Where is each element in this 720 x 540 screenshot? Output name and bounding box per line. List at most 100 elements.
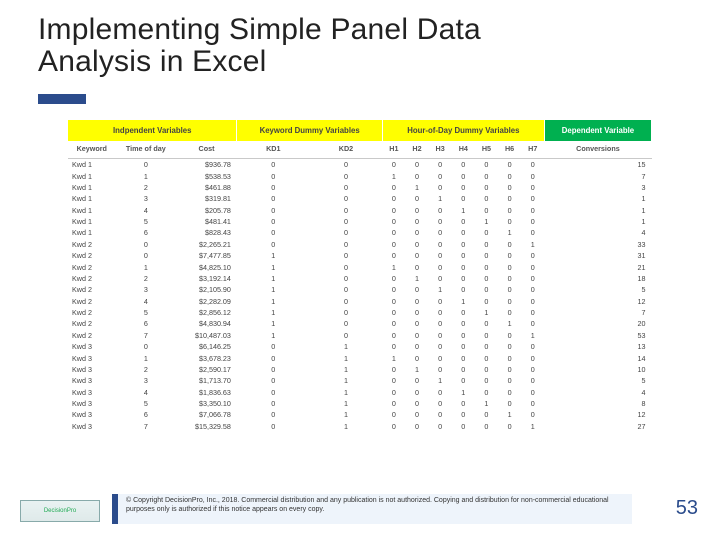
cell-value: 0 [498,273,521,284]
cell-value: 1 [237,307,310,318]
cell-value: 0 [116,159,177,171]
cell-value: 1 [452,205,475,216]
table-row: Kwd 31$3,678.2301100000014 [68,352,652,363]
cell-value: 1 [382,261,405,272]
cell-keyword: Kwd 1 [68,182,116,193]
cell-value: 0 [237,216,310,227]
cell-value: 0 [452,284,475,295]
cell-value: 0 [429,352,452,363]
cell-value: 0 [382,205,405,216]
cell-value: 1 [405,364,428,375]
table-row: Kwd 24$2,282.0910000100012 [68,296,652,307]
cell-value: 0 [475,387,498,398]
cell-cost: $1,713.70 [176,375,237,386]
cell-value: 0 [498,375,521,386]
table-row: Kwd 33$1,713.700100100005 [68,375,652,386]
cell-value: 0 [310,296,383,307]
cell-conversions: 8 [544,398,651,409]
cell-value: 0 [310,261,383,272]
cell-value: 0 [405,307,428,318]
cell-cost: $7,477.85 [176,250,237,261]
cell-value: 0 [429,296,452,307]
cell-value: 0 [452,193,475,204]
cell-cost: $828.43 [176,227,237,238]
cell-conversions: 3 [544,182,651,193]
cell-value: 6 [116,227,177,238]
cell-value: 0 [405,205,428,216]
cell-value: 0 [405,318,428,329]
header-cols-row: Keyword Time of day Cost KD1 KD2 H1 H2 H… [68,141,652,159]
cell-value: 0 [475,296,498,307]
cell-cost: $319.81 [176,193,237,204]
cell-keyword: Kwd 2 [68,307,116,318]
cell-value: 0 [521,364,544,375]
cell-value: 0 [429,273,452,284]
cell-value: 0 [452,307,475,318]
cell-value: 0 [475,261,498,272]
cell-conversions: 14 [544,352,651,363]
cell-value: 0 [452,421,475,432]
cell-value: 0 [382,364,405,375]
table-row: Kwd 21$4,825.1010100000021 [68,261,652,272]
cell-conversions: 1 [544,205,651,216]
cell-conversions: 21 [544,261,651,272]
cell-cost: $461.88 [176,182,237,193]
cell-value: 0 [429,227,452,238]
cell-value: 1 [310,375,383,386]
cell-value: 0 [521,182,544,193]
cell-value: 1 [475,398,498,409]
cell-keyword: Kwd 1 [68,170,116,181]
cell-value: 0 [310,182,383,193]
cell-keyword: Kwd 2 [68,261,116,272]
cell-value: 0 [382,227,405,238]
cell-value: 0 [405,296,428,307]
cell-value: 0 [382,159,405,171]
cell-value: 0 [498,364,521,375]
cell-value: 0 [498,159,521,171]
cell-value: 1 [310,364,383,375]
cell-cost: $2,282.09 [176,296,237,307]
cell-value: 3 [116,284,177,295]
cell-value: 0 [452,182,475,193]
header-group-row: Indpendent Variables Keyword Dummy Varia… [68,120,652,141]
table-row: Kwd 11$538.530010000007 [68,170,652,181]
cell-conversions: 27 [544,421,651,432]
cell-value: 0 [116,239,177,250]
cell-value: 0 [310,227,383,238]
cell-value: 0 [475,159,498,171]
cell-value: 1 [429,375,452,386]
cell-value: 0 [405,250,428,261]
table-row: Kwd 34$1,836.630100010004 [68,387,652,398]
cell-value: 0 [237,421,310,432]
cell-value: 0 [382,284,405,295]
table-row: Kwd 13$319.810000100001 [68,193,652,204]
cell-conversions: 10 [544,364,651,375]
cell-value: 0 [475,409,498,420]
cell-value: 0 [405,239,428,250]
cell-value: 0 [452,352,475,363]
cell-value: 0 [429,364,452,375]
cell-value: 0 [521,341,544,352]
table-row: Kwd 15$481.410000001001 [68,216,652,227]
cell-value: 0 [382,193,405,204]
cell-value: 1 [521,421,544,432]
cell-value: 0 [382,409,405,420]
cell-value: 0 [429,239,452,250]
cell-value: 1 [498,409,521,420]
cell-value: 0 [237,387,310,398]
cell-value: 0 [521,205,544,216]
cell-value: 0 [310,170,383,181]
cell-keyword: Kwd 3 [68,409,116,420]
cell-value: 0 [405,375,428,386]
cell-value: 0 [429,216,452,227]
cell-conversions: 5 [544,284,651,295]
cell-value: 0 [405,261,428,272]
title-accent [38,94,86,104]
cell-cost: $15,329.58 [176,421,237,432]
cell-value: 1 [405,182,428,193]
cell-value: 0 [475,352,498,363]
cell-value: 1 [429,193,452,204]
cell-cost: $10,487.03 [176,330,237,341]
cell-value: 1 [310,398,383,409]
cell-value: 0 [405,387,428,398]
